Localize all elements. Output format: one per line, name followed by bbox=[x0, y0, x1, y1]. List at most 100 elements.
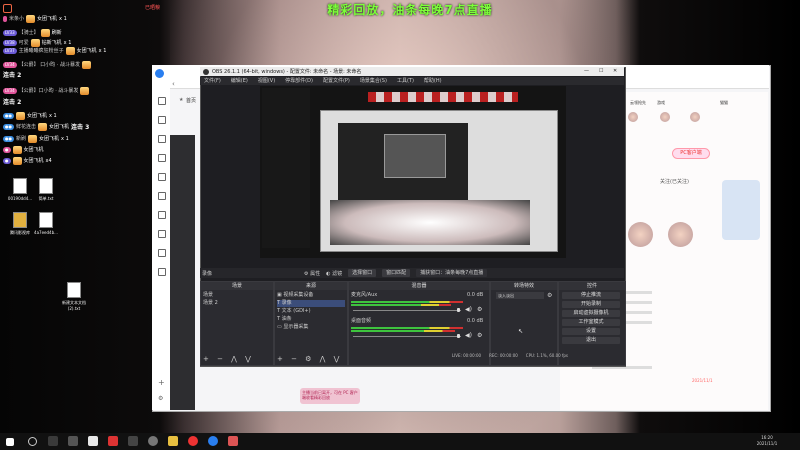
menu-file[interactable]: 文件(F) bbox=[204, 77, 221, 85]
clock[interactable]: 16:20 2021/11/1 bbox=[752, 435, 782, 447]
follow-button[interactable]: 关注(已关注) bbox=[660, 178, 689, 185]
window-match-button[interactable]: 窗口匹配 bbox=[382, 269, 411, 277]
avatar[interactable] bbox=[668, 222, 693, 247]
bookmark-chip[interactable]: 云领抢先 bbox=[630, 100, 646, 106]
source-item[interactable]: T 油条 bbox=[277, 316, 292, 323]
source-item[interactable]: T 录像 bbox=[277, 300, 345, 307]
bookmark-chip[interactable]: 游戏 bbox=[657, 100, 665, 106]
menu-help[interactable]: 帮助(H) bbox=[424, 77, 442, 85]
app-icon[interactable] bbox=[108, 436, 118, 446]
menu-tools[interactable]: 工具(T) bbox=[397, 77, 414, 85]
gear-icon[interactable]: ⚙ bbox=[477, 306, 482, 313]
start-icon[interactable] bbox=[6, 438, 14, 446]
sidebar-note-icon[interactable] bbox=[158, 192, 166, 200]
app-icon[interactable] bbox=[228, 436, 238, 446]
avatar[interactable] bbox=[628, 112, 638, 122]
source-label: 油条 bbox=[281, 316, 292, 322]
menu-profile[interactable]: 配置文件(P) bbox=[323, 77, 350, 85]
volume-slider[interactable] bbox=[353, 336, 461, 337]
obs-menubar: 文件(F) 编辑(E) 视图(V) 停靠部件(D) 配置文件(P) 场景集合(S… bbox=[200, 77, 624, 85]
folder-icon[interactable] bbox=[168, 436, 178, 446]
app-icon[interactable] bbox=[68, 436, 78, 446]
volume-slider[interactable] bbox=[353, 310, 461, 311]
app-icon[interactable] bbox=[88, 436, 98, 446]
gift-name: 女团飞机 bbox=[37, 16, 58, 22]
bookmark-chip[interactable]: 猫猫 bbox=[720, 100, 728, 106]
desktop-icon-label: 简单.txt bbox=[38, 196, 54, 201]
corner-link[interactable]: 已晒粮 bbox=[145, 4, 160, 11]
studio-mode-button[interactable]: 工作室模式 bbox=[562, 319, 620, 326]
source-item[interactable]: ▭ 显示器采集 bbox=[277, 324, 308, 331]
file-icon bbox=[39, 212, 53, 228]
app-icon[interactable] bbox=[128, 436, 138, 446]
speaker-icon[interactable]: ◀) bbox=[465, 306, 472, 313]
sidebar-app-icon[interactable] bbox=[158, 268, 166, 276]
sidebar-settings-icon[interactable]: ⚙ bbox=[158, 395, 163, 402]
chat-user: 新刷 bbox=[15, 136, 26, 142]
desktop-file-icon[interactable]: 新建文本文档 (2).txt bbox=[54, 282, 94, 311]
clock-date: 2021/11/1 bbox=[756, 441, 778, 446]
menu-scene-collection[interactable]: 场景集合(S) bbox=[360, 77, 387, 85]
minimize-icon[interactable]: — bbox=[584, 68, 589, 74]
virtual-camera-button[interactable]: 启动虚拟摄像机 bbox=[562, 310, 620, 317]
sidebar-mail-icon[interactable] bbox=[158, 230, 166, 238]
gear-icon[interactable]: ⚙ bbox=[477, 332, 482, 339]
favorite-star-icon[interactable]: ★ bbox=[179, 97, 183, 103]
chat-line: LV37 主播曦曦疯狂粉丝子 女团飞机 x 1 bbox=[3, 46, 106, 55]
stop-streaming-button[interactable]: 停止推流 bbox=[562, 292, 620, 299]
back-icon[interactable]: ‹ bbox=[172, 80, 175, 88]
menu-view[interactable]: 视图(V) bbox=[258, 77, 275, 85]
avatar[interactable] bbox=[628, 222, 653, 247]
gift-name: 刷新 bbox=[51, 30, 62, 36]
menu-docks[interactable]: 停靠部件(D) bbox=[285, 77, 313, 85]
close-icon[interactable]: ✕ bbox=[613, 68, 617, 74]
sidebar-cart-icon[interactable] bbox=[158, 249, 166, 257]
menu-edit[interactable]: 编辑(E) bbox=[231, 77, 248, 85]
sidebar-history-icon[interactable] bbox=[158, 135, 166, 143]
capture-window-dropdown[interactable]: 捕获窗口：油条每晚7点直播 bbox=[416, 269, 488, 277]
desktop-file-icon[interactable]: 简单.txt bbox=[26, 178, 66, 202]
controls-header: 控件 bbox=[559, 282, 625, 290]
chat-user: 【公爵】 口小昀 · 战斗暴发 bbox=[18, 62, 80, 68]
settings-button[interactable]: 设置 bbox=[562, 328, 620, 335]
cpu-status: CPU: 1.1%, 60.00 fps bbox=[525, 353, 568, 358]
scene-item[interactable]: 场景 bbox=[203, 292, 213, 299]
level-badge: LV34 bbox=[3, 87, 17, 94]
chat-line: ●● 新刷 女团飞机 x 1 bbox=[3, 134, 69, 143]
chat-user: 【骑士】 bbox=[18, 30, 39, 36]
desktop-file-icon[interactable]: 4a7eed4b... bbox=[26, 212, 66, 235]
gear-icon[interactable]: ⚙ bbox=[547, 292, 552, 299]
properties-button[interactable]: ⚙ 属性 bbox=[304, 270, 320, 277]
volume-slider-knob[interactable] bbox=[457, 334, 460, 338]
pc-client-button[interactable]: PC客户端 bbox=[672, 148, 710, 159]
speaker-icon[interactable]: ◀) bbox=[465, 332, 472, 339]
browser-taskbar-icon[interactable] bbox=[208, 436, 218, 446]
select-window-button[interactable]: 选择窗口 bbox=[348, 269, 377, 277]
gift-count: x 1 bbox=[49, 112, 57, 119]
sidebar-chat-icon[interactable] bbox=[158, 211, 166, 219]
avatar[interactable] bbox=[690, 112, 700, 122]
sidebar-download-icon[interactable] bbox=[158, 173, 166, 181]
sidebar-bookmark-icon[interactable] bbox=[158, 116, 166, 124]
volume-slider-knob[interactable] bbox=[457, 308, 460, 312]
start-recording-button[interactable]: 开始录制 bbox=[562, 301, 620, 308]
sidebar-search-icon[interactable] bbox=[158, 154, 166, 162]
sidebar-add-icon[interactable]: + bbox=[158, 378, 165, 387]
source-item[interactable]: ▣ 视频采集设备 bbox=[277, 292, 313, 299]
chat-user: 米条小 bbox=[9, 16, 25, 22]
avatar[interactable] bbox=[660, 112, 670, 122]
sidebar-home-icon[interactable] bbox=[158, 97, 166, 105]
rec-status: REC: 00:00:00 bbox=[489, 353, 518, 358]
home-link[interactable]: 首页 bbox=[186, 97, 196, 104]
search-icon[interactable] bbox=[28, 437, 37, 446]
filters-button[interactable]: ◐ 滤镜 bbox=[326, 270, 342, 277]
obs-taskbar-icon[interactable] bbox=[148, 436, 158, 446]
scene-item[interactable]: 场景 2 bbox=[203, 300, 218, 307]
transition-select[interactable]: 淡入淡出 bbox=[496, 292, 544, 299]
app-icon[interactable] bbox=[188, 436, 198, 446]
task-view-icon[interactable] bbox=[48, 436, 58, 446]
maximize-icon[interactable]: ☐ bbox=[599, 68, 603, 74]
source-item[interactable]: T 文本 (GDI+) bbox=[277, 308, 311, 315]
mixer-channel-name: 麦克风/Aux bbox=[351, 292, 378, 298]
exit-button[interactable]: 退出 bbox=[562, 337, 620, 344]
